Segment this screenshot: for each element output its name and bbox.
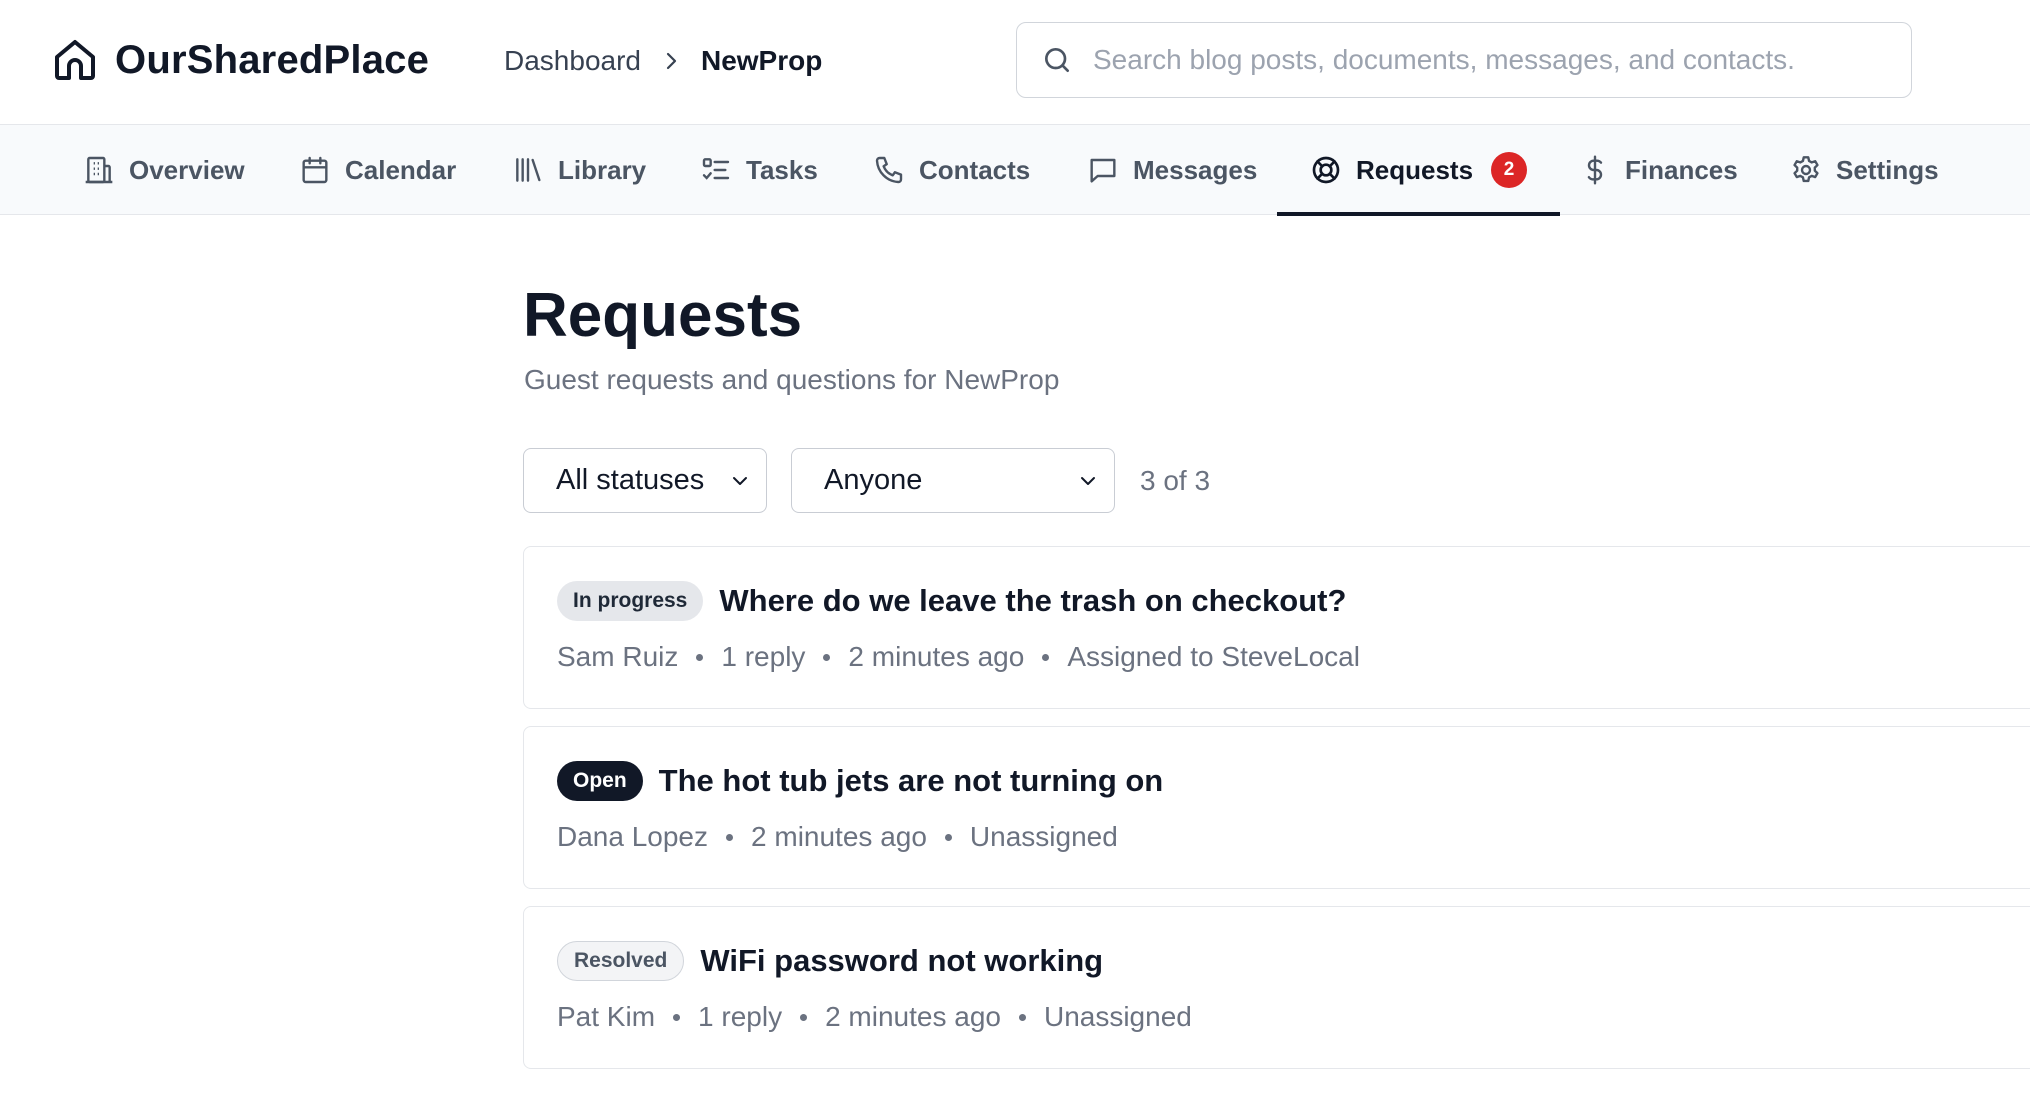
search-input[interactable] xyxy=(1093,44,1911,76)
request-replies: 1 reply xyxy=(698,1001,783,1032)
tab-label: Requests xyxy=(1356,154,1474,185)
assignee-filter-value: Anyone xyxy=(824,464,923,496)
status-badge: Resolved xyxy=(557,941,685,981)
home-icon xyxy=(51,36,99,84)
status-filter-value: All statuses xyxy=(556,464,705,496)
tab-finances[interactable]: Finances xyxy=(1579,125,1738,215)
tab-library[interactable]: Library xyxy=(512,125,646,215)
request-meta: Sam Ruiz 1 reply 2 minutes ago Assigned … xyxy=(557,637,1360,677)
request-time: 2 minutes ago xyxy=(825,1001,1001,1032)
tab-label: Tasks xyxy=(746,154,818,185)
results-count: 3 of 3 xyxy=(1140,465,1211,496)
tasks-icon xyxy=(700,154,732,186)
breadcrumb-current: NewProp xyxy=(700,45,823,76)
status-badge: Open xyxy=(557,761,643,801)
brand[interactable]: OurSharedPlace xyxy=(51,33,429,87)
separator-dot xyxy=(696,653,704,661)
library-icon xyxy=(512,154,544,186)
separator-dot xyxy=(673,1013,681,1021)
request-header: Resolved WiFi password not working xyxy=(557,940,1103,982)
page-title: Requests xyxy=(523,281,803,350)
request-author: Dana Lopez xyxy=(557,821,709,852)
request-assignment: Assigned to SteveLocal xyxy=(1067,641,1360,672)
request-assignment: Unassigned xyxy=(969,821,1118,852)
lifebuoy-icon xyxy=(1310,154,1342,186)
separator-dot xyxy=(944,833,952,841)
request-meta: Pat Kim 1 reply 2 minutes ago Unassigned xyxy=(557,997,1192,1037)
request-time: 2 minutes ago xyxy=(751,821,927,852)
gear-icon xyxy=(1790,154,1822,186)
chevron-down-icon xyxy=(1076,469,1100,493)
assignee-filter-select[interactable]: Anyone xyxy=(791,448,1115,513)
status-filter-select[interactable]: All statuses xyxy=(523,448,767,513)
tab-contacts[interactable]: Contacts xyxy=(873,125,1030,215)
dollar-icon xyxy=(1579,154,1611,186)
phone-icon xyxy=(873,154,905,186)
tab-label: Messages xyxy=(1133,154,1258,185)
request-header: In progress Where do we leave the trash … xyxy=(557,580,1346,622)
tab-label: Finances xyxy=(1625,154,1738,185)
request-author: Sam Ruiz xyxy=(557,641,679,672)
tab-label: Overview xyxy=(129,154,245,185)
breadcrumb: Dashboard NewProp xyxy=(504,40,822,82)
request-author: Pat Kim xyxy=(557,1001,656,1032)
calendar-icon xyxy=(299,154,331,186)
building-icon xyxy=(83,154,115,186)
tab-messages[interactable]: Messages xyxy=(1087,125,1257,215)
tab-calendar[interactable]: Calendar xyxy=(299,125,456,215)
tab-bar: Overview Calendar Library Tasks Contacts… xyxy=(0,125,2030,216)
page-subtitle: Guest requests and questions for NewProp xyxy=(524,364,1060,395)
status-badge: In progress xyxy=(557,581,704,621)
request-meta: Dana Lopez 2 minutes ago Unassigned xyxy=(557,817,1118,857)
chevron-right-icon xyxy=(659,49,683,73)
separator-dot xyxy=(726,833,734,841)
request-header: Open The hot tub jets are not turning on xyxy=(557,760,1163,802)
tab-requests[interactable]: Requests 2 xyxy=(1276,125,1561,216)
separator-dot xyxy=(800,1013,808,1021)
search-box[interactable] xyxy=(1016,22,1912,98)
separator-dot xyxy=(823,653,831,661)
search-icon xyxy=(1041,44,1073,76)
request-card[interactable]: In progress Where do we leave the trash … xyxy=(523,546,2030,709)
request-time: 2 minutes ago xyxy=(848,641,1025,672)
separator-dot xyxy=(1042,653,1050,661)
breadcrumb-dashboard[interactable]: Dashboard xyxy=(504,45,641,77)
request-title[interactable]: WiFi password not working xyxy=(700,943,1103,979)
tab-label: Calendar xyxy=(345,154,457,185)
request-card[interactable]: Resolved WiFi password not working Pat K… xyxy=(523,906,2030,1069)
tab-label: Library xyxy=(558,154,647,185)
request-assignment: Unassigned xyxy=(1043,1001,1192,1032)
requests-count-badge: 2 xyxy=(1491,152,1528,188)
top-header: OurSharedPlace Dashboard NewProp xyxy=(0,0,2030,125)
app-name: OurSharedPlace xyxy=(115,37,430,82)
tab-label: Contacts xyxy=(919,154,1031,185)
tab-tasks[interactable]: Tasks xyxy=(700,125,818,215)
request-replies: 1 reply xyxy=(721,641,806,672)
separator-dot xyxy=(1018,1013,1026,1021)
tab-settings[interactable]: Settings xyxy=(1790,125,1939,215)
chevron-down-icon xyxy=(728,469,752,493)
tab-overview[interactable]: Overview xyxy=(83,125,245,215)
request-title[interactable]: Where do we leave the trash on checkout? xyxy=(719,583,1346,619)
request-card[interactable]: Open The hot tub jets are not turning on… xyxy=(523,726,2030,889)
request-title[interactable]: The hot tub jets are not turning on xyxy=(659,763,1164,799)
message-icon xyxy=(1087,154,1119,186)
tab-label: Settings xyxy=(1836,154,1939,185)
